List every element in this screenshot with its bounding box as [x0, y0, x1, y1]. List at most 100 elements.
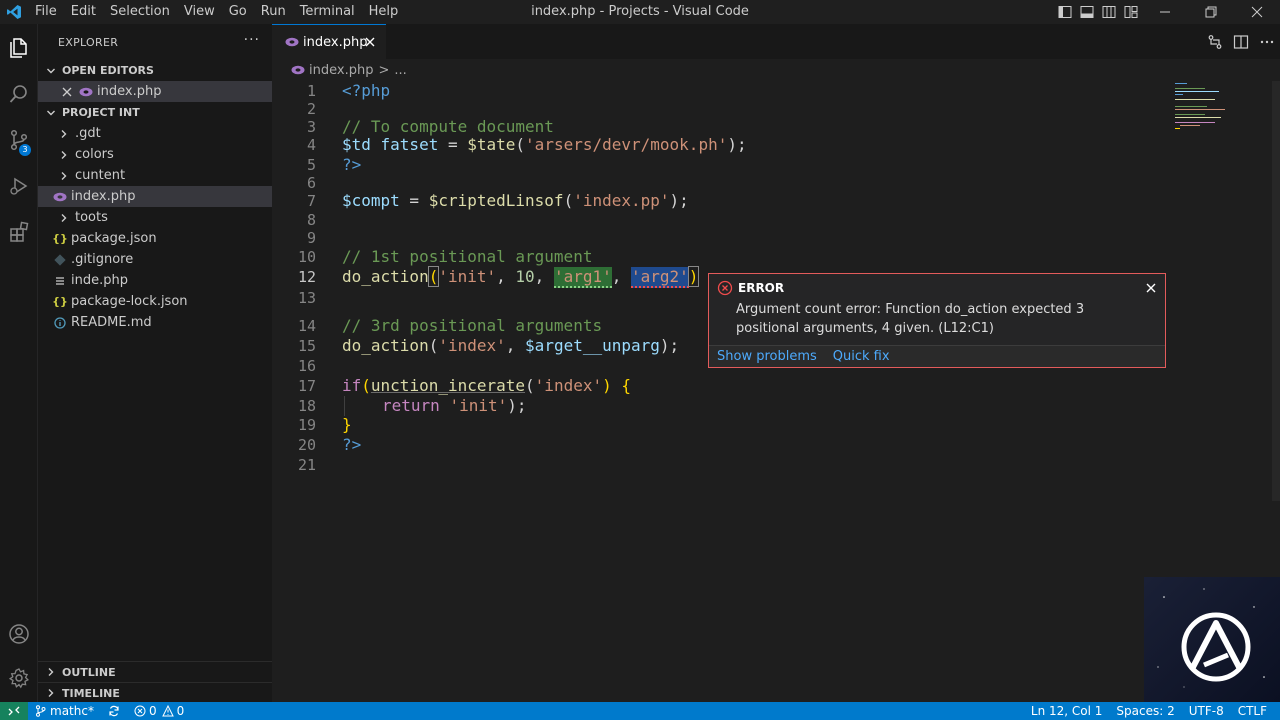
- open-editors-label: OPEN EDITORS: [62, 64, 154, 77]
- compare-changes-icon[interactable]: [1202, 24, 1228, 59]
- menu-view[interactable]: View: [177, 0, 222, 24]
- code-editor[interactable]: 1 <?php 2 3 // To compute document 4 $td fa…: [272, 81, 1280, 702]
- more-actions-icon[interactable]: [1254, 24, 1280, 59]
- tree-file-gitignore[interactable]: .gitignore: [38, 249, 272, 270]
- tab-index-php[interactable]: index.php: [272, 24, 386, 59]
- code-token: $arget__unparg: [525, 336, 660, 355]
- project-label: PROJECT INT: [62, 106, 140, 119]
- toggle-sidebar-icon[interactable]: [1054, 0, 1076, 24]
- code-token: (: [515, 135, 526, 154]
- account-icon[interactable]: [0, 614, 38, 654]
- tree-folder-colors[interactable]: colors: [38, 144, 272, 165]
- code-token: do_action: [342, 267, 429, 286]
- scm-badge: 3: [19, 144, 31, 156]
- code-token: );: [669, 191, 689, 210]
- menu-run[interactable]: Run: [254, 0, 293, 24]
- restore-icon[interactable]: [1188, 0, 1234, 24]
- close-popup-icon[interactable]: [1143, 280, 1159, 296]
- sync-icon[interactable]: [101, 702, 127, 720]
- code-token: }: [342, 415, 352, 434]
- php-file-icon: [52, 189, 68, 205]
- minimize-icon[interactable]: [1142, 0, 1188, 24]
- indentation[interactable]: Spaces: 2: [1109, 702, 1181, 720]
- quick-fix-link[interactable]: Quick fix: [833, 349, 890, 364]
- code-token: if: [342, 376, 362, 395]
- line-ending[interactable]: CTLF: [1231, 702, 1274, 720]
- breadcrumb-more[interactable]: ...: [394, 63, 406, 78]
- vertical-scrollbar[interactable]: [1272, 81, 1280, 501]
- run-debug-icon[interactable]: [0, 166, 38, 206]
- toggle-secondary-sidebar-icon[interactable]: [1098, 0, 1120, 24]
- line-number: 18: [297, 397, 316, 415]
- customize-layout-icon[interactable]: [1120, 0, 1142, 24]
- status-bar: mathc* 0 0 Ln 12, Col 1 Spaces: 2 UTF-8 …: [0, 702, 1280, 720]
- open-editors-header[interactable]: OPEN EDITORS: [38, 60, 272, 81]
- tree-folder-cuntent[interactable]: cuntent: [38, 165, 272, 186]
- problems-status[interactable]: 0 0: [127, 702, 191, 720]
- project-header[interactable]: PROJECT INT: [38, 102, 272, 123]
- close-editor-icon[interactable]: [59, 84, 75, 100]
- code-token: do_action: [342, 336, 429, 355]
- code-token: ,: [611, 267, 631, 286]
- tree-file-package-json[interactable]: {} package.json: [38, 228, 272, 249]
- php-file-icon: [78, 84, 94, 100]
- menu-help[interactable]: Help: [362, 0, 406, 24]
- code-token: <?php: [342, 81, 391, 100]
- tab-label: index.php: [303, 34, 368, 50]
- tree-file-inde-php[interactable]: inde.php: [38, 270, 272, 291]
- menu-terminal[interactable]: Terminal: [293, 0, 362, 24]
- search-icon[interactable]: [0, 74, 38, 114]
- split-editor-icon[interactable]: [1228, 24, 1254, 59]
- source-control-icon[interactable]: 3: [0, 120, 38, 160]
- chevron-right-icon: [56, 147, 72, 163]
- tree-folder-toots[interactable]: toots: [38, 207, 272, 228]
- code-token: 'index': [534, 376, 603, 395]
- code-token: $tate: [467, 135, 516, 154]
- close-tab-icon[interactable]: [362, 34, 378, 50]
- code-token: ): [687, 266, 700, 287]
- tree-file-index-php[interactable]: index.php: [38, 186, 272, 207]
- json-file-icon: {}: [52, 295, 68, 308]
- line-number: 15: [297, 337, 316, 355]
- code-token: );: [659, 336, 680, 355]
- vscode-logo-icon[interactable]: [0, 0, 28, 24]
- tree-item-label: index.php: [71, 189, 136, 204]
- minimap[interactable]: [1172, 81, 1272, 141]
- json-file-icon: {}: [52, 232, 68, 245]
- branch-status[interactable]: mathc*: [28, 702, 101, 720]
- code-token: unction_incerate: [370, 376, 526, 395]
- error-squiggle-arg2[interactable]: 'arg2': [631, 267, 689, 288]
- tree-folder-gdt[interactable]: .gdt: [38, 123, 272, 144]
- menu-edit[interactable]: Edit: [64, 0, 103, 24]
- menu-go[interactable]: Go: [222, 0, 254, 24]
- code-comment: // 1st positional argument: [342, 247, 593, 266]
- encoding[interactable]: UTF-8: [1182, 702, 1231, 720]
- tree-file-package-lock-json[interactable]: {} package-lock.json: [38, 291, 272, 312]
- remote-indicator-icon[interactable]: [0, 702, 28, 720]
- breadcrumb-file[interactable]: index.php: [309, 63, 373, 78]
- code-token: =: [399, 191, 429, 210]
- extensions-icon[interactable]: [0, 212, 38, 252]
- line-number: 19: [297, 416, 316, 434]
- cursor-position[interactable]: Ln 12, Col 1: [1024, 702, 1110, 720]
- tree-item-label: colors: [75, 147, 114, 162]
- settings-gear-icon[interactable]: [0, 658, 38, 698]
- error-title: ERROR: [738, 281, 785, 295]
- open-editor-item[interactable]: index.php: [38, 81, 272, 102]
- menu-file[interactable]: File: [28, 0, 64, 24]
- line-number: 14: [297, 317, 316, 335]
- explorer-icon[interactable]: [0, 28, 38, 68]
- close-window-icon[interactable]: [1234, 0, 1280, 24]
- code-token: (: [428, 336, 439, 355]
- show-problems-link[interactable]: Show problems: [717, 349, 817, 364]
- breadcrumb-separator: >: [378, 62, 390, 78]
- more-actions-icon[interactable]: ···: [244, 32, 260, 48]
- tree-file-readme[interactable]: README.md: [38, 312, 272, 333]
- toggle-panel-icon[interactable]: [1076, 0, 1098, 24]
- branch-icon: [35, 705, 46, 717]
- chevron-right-icon: [44, 667, 58, 677]
- menu-selection[interactable]: Selection: [103, 0, 177, 24]
- highlighted-arg1[interactable]: 'arg1': [553, 267, 612, 288]
- timeline-header[interactable]: TIMELINE: [38, 682, 272, 703]
- outline-header[interactable]: OUTLINE: [38, 661, 272, 682]
